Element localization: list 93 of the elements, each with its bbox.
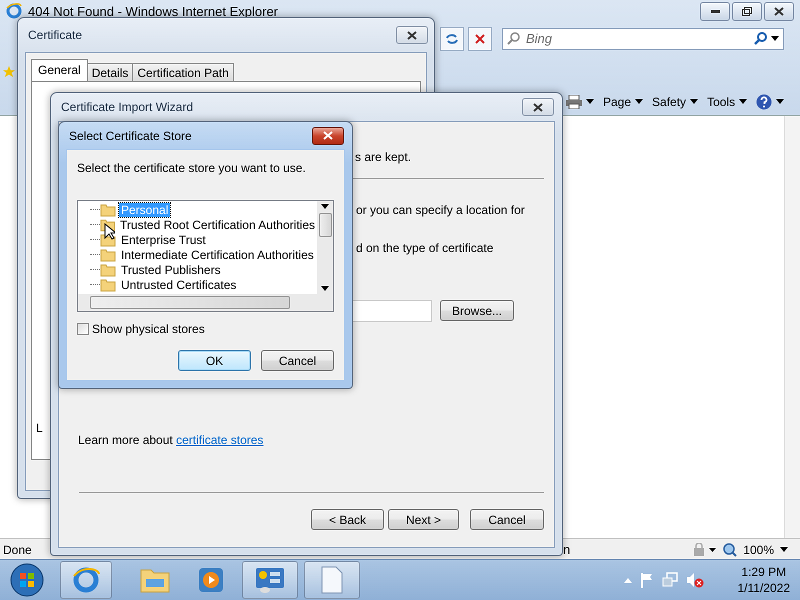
tree-item[interactable]: Trusted Publishers	[119, 262, 223, 276]
control-panel-icon	[254, 566, 286, 594]
scroll-thumb[interactable]	[318, 213, 332, 237]
folder-icon	[100, 248, 116, 262]
status-text: Done	[3, 542, 32, 556]
media-player-icon	[198, 567, 224, 593]
taskbar-button[interactable]	[242, 561, 298, 599]
caret-icon	[321, 286, 329, 291]
cancel-button[interactable]: Cancel	[261, 350, 334, 371]
folder-icon	[100, 278, 116, 292]
stop-button[interactable]	[468, 26, 492, 50]
cancel-button[interactable]: Cancel	[470, 509, 544, 530]
caret-icon	[586, 99, 594, 104]
tree-item[interactable]: Untrusted Certificates	[119, 278, 238, 292]
close-button[interactable]	[764, 2, 794, 20]
window-title: 404 Not Found - Windows Internet Explorer	[28, 4, 278, 18]
browse-button[interactable]: Browse...	[440, 300, 514, 321]
tree-item[interactable]: Trusted Root Certification Authorities	[118, 218, 317, 232]
body-text: d on the type of certificate	[356, 241, 494, 255]
close-icon	[407, 30, 417, 40]
status-text: n	[563, 542, 570, 557]
browser-logo-icon	[6, 3, 22, 19]
close-icon	[323, 131, 333, 140]
help-icon	[756, 94, 772, 110]
help-button[interactable]	[756, 94, 784, 110]
horizontal-scrollbar[interactable]	[78, 294, 317, 311]
window-title: Certificate Import Wizard	[61, 100, 194, 114]
document-icon	[321, 566, 343, 594]
checkbox-label: Show physical stores	[92, 322, 205, 336]
caret-icon	[635, 99, 644, 104]
clock-date[interactable]: 1/11/2022	[738, 581, 790, 595]
folder-icon	[100, 262, 116, 276]
caret-icon	[690, 99, 698, 104]
lock-icon[interactable]	[691, 542, 718, 556]
search-field[interactable]: Bing	[524, 30, 750, 47]
caret-icon	[776, 99, 784, 104]
tab[interactable]: Certification Path	[132, 63, 234, 81]
volume-muted-icon[interactable]	[686, 572, 704, 588]
star-icon[interactable]	[3, 66, 15, 78]
cursor-icon	[104, 223, 115, 240]
zoom-level[interactable]: 100%	[743, 542, 774, 556]
browser-logo-icon	[72, 566, 100, 594]
tab[interactable]: General	[31, 59, 88, 81]
learn-more-text: Learn more about certificate stores	[78, 433, 264, 447]
body-text: s are kept.	[355, 150, 412, 164]
scroll-thumb[interactable]	[90, 296, 290, 309]
search-icon	[507, 32, 520, 45]
command-menu[interactable]: Tools	[707, 94, 748, 108]
command-menu[interactable]: Safety	[652, 94, 698, 108]
refresh-icon	[445, 32, 459, 44]
printer-icon	[566, 94, 582, 108]
checkbox[interactable]	[77, 323, 89, 335]
minimize-icon	[710, 10, 720, 12]
vertical-scrollbar[interactable]	[317, 201, 333, 294]
certificate-stores-link[interactable]: certificate stores	[176, 433, 264, 447]
tree-item[interactable]: Intermediate Certification Authorities	[119, 248, 316, 262]
zoom-icon[interactable]	[723, 542, 738, 556]
caret-icon	[321, 204, 329, 209]
refresh-button[interactable]	[440, 26, 464, 50]
clock-time[interactable]: 1:29 PM	[741, 565, 786, 579]
restore-button[interactable]	[732, 2, 762, 20]
panel-text: L	[36, 421, 43, 435]
stop-icon	[475, 34, 485, 44]
search-icon[interactable]	[754, 32, 767, 45]
next-button[interactable]: Next >	[388, 509, 459, 530]
minimize-button[interactable]	[700, 2, 730, 20]
command-menu[interactable]: Page	[603, 94, 644, 108]
close-icon	[533, 102, 543, 112]
tab[interactable]: Details	[86, 63, 134, 81]
restore-icon	[742, 6, 752, 16]
print-button[interactable]	[566, 94, 594, 108]
search-box[interactable]: Bing	[502, 28, 784, 50]
ok-button[interactable]: OK	[178, 350, 251, 371]
close-button[interactable]	[396, 26, 428, 44]
close-button[interactable]	[522, 98, 554, 116]
prompt-text: Select the certificate store you want to use.	[77, 161, 306, 175]
close-icon	[774, 6, 784, 16]
caret-icon	[771, 36, 779, 41]
start-orb-icon	[10, 563, 44, 597]
window-title: Select Certificate Store	[69, 128, 192, 142]
taskbar-button[interactable]	[304, 561, 360, 599]
store-field[interactable]	[351, 300, 432, 322]
close-button[interactable]	[312, 126, 344, 144]
tree-item[interactable]: Enterprise Trust	[119, 232, 208, 246]
body-text: or you can specify a location for	[356, 203, 525, 217]
back-button[interactable]: < Back	[311, 509, 384, 530]
taskbar-button[interactable]	[60, 561, 112, 599]
caret-icon	[739, 99, 748, 104]
scrollbar[interactable]	[784, 116, 800, 538]
folder-icon	[100, 202, 116, 216]
caret-icon	[780, 547, 788, 552]
folder-icon	[140, 567, 170, 593]
window-title: Certificate	[28, 28, 82, 42]
